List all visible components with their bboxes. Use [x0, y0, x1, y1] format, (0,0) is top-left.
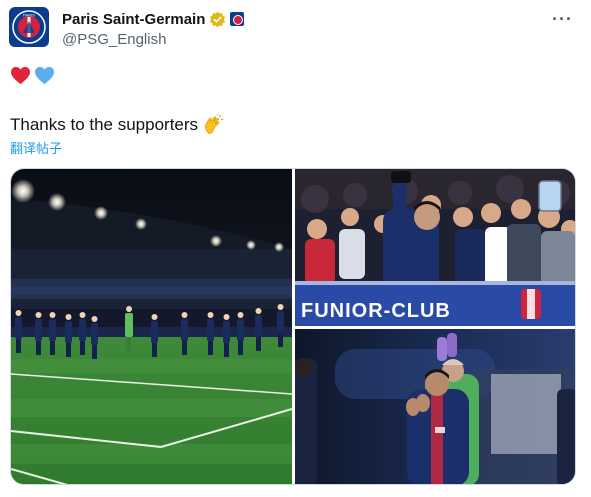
players-applauding-closeup-photo[interactable]: [295, 329, 575, 484]
blue-heart-icon: [35, 66, 54, 85]
tweet-body: Thanks to the supporters: [10, 115, 199, 134]
player-selfie-with-fans-photo[interactable]: FUNIOR-CLUB: [295, 169, 575, 326]
avatar[interactable]: PARIS: [9, 7, 49, 47]
more-options-icon[interactable]: ···: [552, 9, 573, 30]
red-heart-icon: [11, 66, 30, 85]
emoji-row: [10, 66, 55, 85]
psg-affiliate-badge-icon[interactable]: [230, 12, 245, 26]
translate-post-link[interactable]: 翻译帖子: [10, 138, 62, 157]
tweet-text: Thanks to the supporters: [10, 114, 224, 136]
media-grid: FUNIOR-CLUB: [10, 168, 576, 485]
clapping-hands-icon: [205, 114, 224, 134]
gold-verified-badge-icon: [210, 11, 226, 27]
tweet-header: PARIS Paris Saint-Germain @PSG_English ·…: [9, 7, 579, 49]
psg-crest-icon: PARIS: [12, 10, 46, 44]
team-applauding-stadium-photo[interactable]: [11, 169, 292, 484]
handle[interactable]: @PSG_English: [62, 31, 244, 48]
display-name[interactable]: Paris Saint-Germain: [62, 11, 205, 28]
banner-text: FUNIOR-CLUB: [301, 300, 451, 322]
svg-text:PARIS: PARIS: [23, 13, 35, 18]
